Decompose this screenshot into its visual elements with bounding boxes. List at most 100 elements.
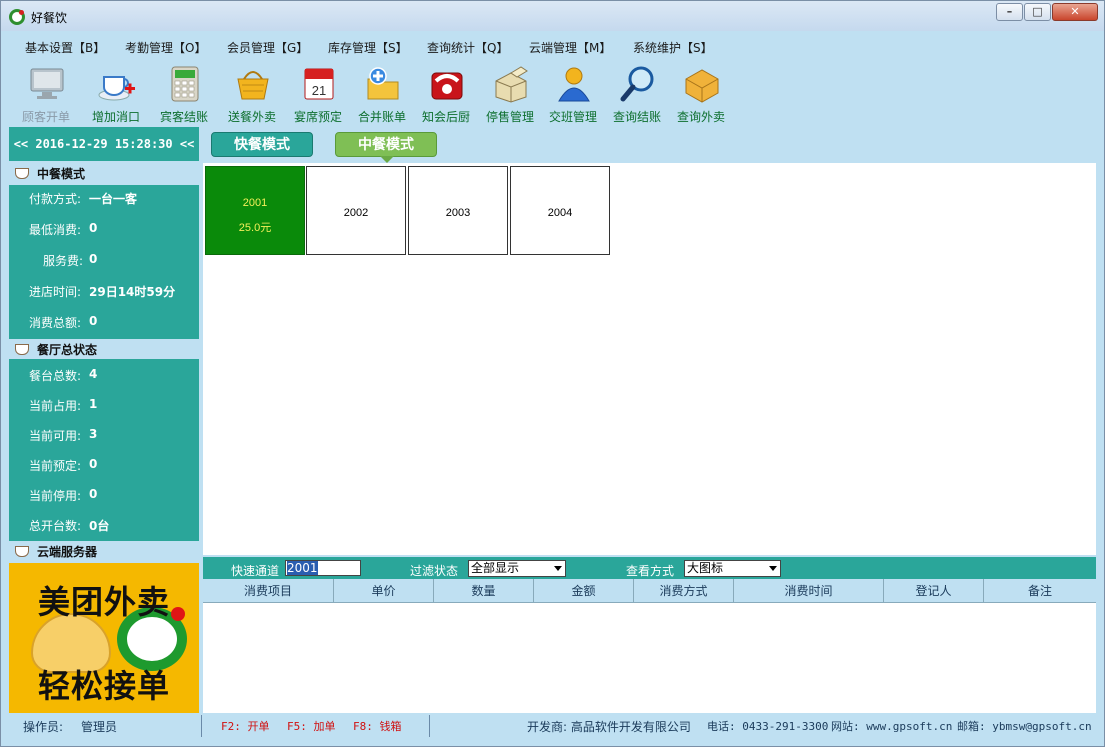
table-tile[interactable]: 2002 [306,166,406,255]
toolbar: 顾客开单 增加消口 宾客结账 送餐外卖 21 宴席预定 合并账单 知会后厨 停售… [1,59,1104,124]
opened-count-label: 总开台数: [29,519,82,533]
cup-icon [15,168,29,179]
menu-members[interactable]: 会员管理【G】 [227,39,308,56]
service-fee-label: 服务费: [43,254,84,268]
fast-food-mode-button[interactable]: 快餐模式 [211,132,313,157]
table-number: 2002 [343,207,369,219]
view-mode-select[interactable]: 大图标 [684,560,781,577]
checkout-label: 宾客结账 [159,110,208,124]
merge-bill-button[interactable]: 合并账单 [349,63,415,124]
menu-inventory[interactable]: 库存管理【S】 [328,39,408,56]
mode-section-header[interactable]: 中餐模式 [9,163,199,185]
chevron-down-icon [554,566,562,571]
monitor-icon [30,68,64,99]
shortcut-add-order: F5: 加单 [287,720,336,733]
clock-display: << 2016-12-29 15:28:30 << [9,127,199,161]
app-logo-icon [9,9,25,25]
table-number: 2003 [445,207,471,219]
query-delivery-button[interactable]: 查询外卖 [668,63,734,124]
shift-handover-label: 交班管理 [548,110,597,124]
total-tables-value: 4 [89,367,98,381]
mode-bar: 快餐模式 中餐模式 [203,127,1096,163]
column-price[interactable]: 单价 [334,579,434,603]
total-tables-label: 餐台总数: [29,369,82,383]
phone-icon [431,72,463,100]
folder-add-icon [367,67,399,100]
filter-status-select[interactable]: 全部显示 [468,560,566,577]
meituan-ad-banner[interactable]: 美团外卖 轻松接单 [9,563,199,713]
calendar-icon: 21 [304,68,334,100]
mode-section-body: 付款方式: 一台一客 最低消费: 0 服务费: 0 进店时间: 29日14时59分 消费… [9,185,199,339]
notify-kitchen-button[interactable]: 知会后厨 [413,63,479,124]
status-section-title: 餐厅总状态 [37,343,98,357]
stop-sale-button[interactable]: 停售管理 [477,63,543,124]
occupied-label: 当前占用: [29,399,82,413]
delivery-button[interactable]: 送餐外卖 [219,63,285,124]
min-spend-label: 最低消费: [29,223,82,237]
cup-icon [15,344,29,355]
column-item[interactable]: 消费项目 [203,579,334,603]
user-icon [558,67,590,102]
status-section-header[interactable]: 餐厅总状态 [9,339,199,361]
menu-basic-settings[interactable]: 基本设置【B】 [25,39,105,56]
order-grid-body[interactable] [203,603,1096,713]
website-link[interactable]: 网站: www.gpsoft.cn [831,718,952,734]
column-amount[interactable]: 金额 [534,579,634,603]
table-tile[interactable]: 2004 [510,166,610,255]
disabled-label: 当前停用: [29,489,82,503]
table-tile[interactable]: 2001 25.0元 [205,166,305,255]
add-item-button[interactable]: 增加消口 [83,63,149,124]
disabled-value: 0 [89,487,98,501]
table-tile[interactable]: 2003 [408,166,508,255]
cloud-section-header[interactable]: 云端服务器 [9,541,199,563]
tables-area: 2001 25.0元 2002 2003 2004 [203,163,1096,555]
total-spend-label: 消费总额: [29,316,82,330]
menu-system[interactable]: 系统维护【S】 [633,39,713,56]
service-fee-value: 0 [89,252,98,266]
query-delivery-label: 查询外卖 [676,110,725,124]
title-bar: 好餐饮 – □ ✕ [1,1,1104,31]
available-value: 3 [89,427,98,441]
mode-section-title: 中餐模式 [37,167,86,181]
shift-handover-button[interactable]: 交班管理 [540,63,606,124]
opened-count-value: 0台 [89,519,110,533]
app-window: 好餐饮 – □ ✕ 基本设置【B】 考勤管理【O】 会员管理【G】 库存管理【S… [0,0,1105,747]
entry-time-label: 进店时间: [29,285,82,299]
order-grid-header: 消费项目 单价 数量 金额 消费方式 消费时间 登记人 备注 [203,579,1096,603]
banquet-button[interactable]: 21 宴席预定 [285,63,351,124]
column-time[interactable]: 消费时间 [734,579,884,603]
query-checkout-button[interactable]: 查询结账 [604,63,670,124]
column-registrar[interactable]: 登记人 [884,579,984,603]
menu-cloud[interactable]: 云端管理【M】 [529,39,611,56]
operator-name: 管理员 [81,720,118,734]
cup-icon [15,546,29,557]
email-link[interactable]: 邮箱: ybmsw@gpsoft.cn [957,718,1092,734]
window-title: 好餐饮 [31,11,68,25]
menu-query-stats[interactable]: 查询统计【Q】 [427,39,508,56]
phone-info: 电话: 0433-291-3300 [707,720,829,733]
notify-kitchen-label: 知会后厨 [421,110,470,124]
open-order-button[interactable]: 顾客开单 [13,63,79,124]
total-spend-value: 0 [89,314,98,328]
minimize-button[interactable]: – [996,3,1023,21]
close-button[interactable]: ✕ [1052,3,1098,21]
menu-attendance[interactable]: 考勤管理【O】 [125,39,206,56]
basket-icon [237,71,269,100]
add-item-label: 增加消口 [91,110,140,124]
filter-bar: 快速通道 2001 过滤状态 全部显示 查看方式 大图标 [203,557,1096,579]
column-notes[interactable]: 备注 [984,579,1096,603]
checkout-button[interactable]: 宾客结账 [151,63,217,124]
ad-tagline: 轻松接单 [37,667,170,705]
quick-access-input[interactable]: 2001 [285,560,361,576]
chinese-meal-mode-button[interactable]: 中餐模式 [335,132,437,163]
table-number: 2004 [547,207,573,219]
package-icon [685,69,719,103]
column-method[interactable]: 消费方式 [634,579,734,603]
svg-text:21: 21 [312,83,326,98]
available-label: 当前可用: [29,429,82,443]
calculator-icon [171,66,199,102]
maximize-button[interactable]: □ [1024,3,1051,21]
shortcut-cash-drawer: F8: 钱箱 [353,720,402,733]
status-section-body: 餐台总数: 4 当前占用: 1 当前可用: 3 当前预定: 0 当前停用: 0 总开台数:… [9,359,199,541]
column-quantity[interactable]: 数量 [434,579,534,603]
